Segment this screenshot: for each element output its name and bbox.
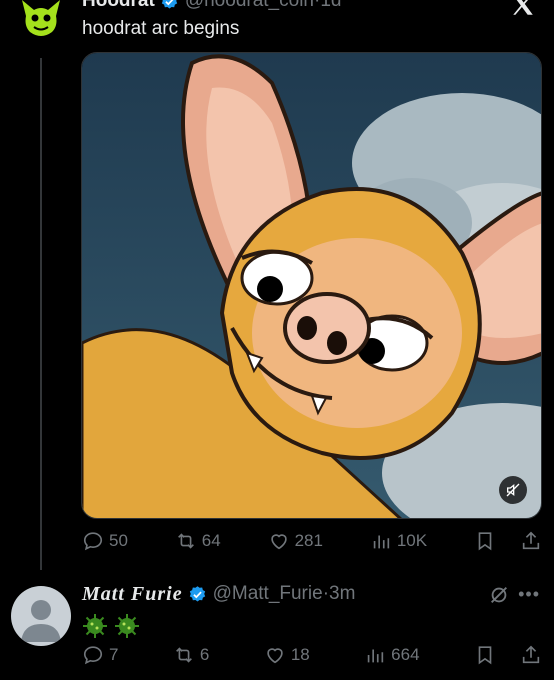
share-icon[interactable]	[520, 530, 542, 552]
heart-icon	[270, 534, 287, 550]
reply-icon	[83, 646, 103, 665]
tweet2-header: Matt Furie @Matt_Furie · 3m	[82, 582, 355, 606]
timestamp[interactable]: 1d	[320, 0, 341, 12]
default-user-icon	[21, 600, 61, 642]
views-count: 664	[391, 645, 420, 664]
x-logo-icon[interactable]	[510, 0, 536, 18]
reply-button[interactable]: 7	[82, 644, 118, 666]
views-chart-icon	[367, 649, 384, 663]
microbe-emoji-icon	[115, 614, 139, 638]
author-name[interactable]: Matt Furie	[82, 583, 183, 606]
views-chart-icon	[373, 535, 390, 549]
avatar-default[interactable]	[11, 586, 71, 646]
avatar-hoodrat[interactable]	[18, 0, 64, 40]
bookmark-icon[interactable]	[474, 644, 496, 666]
mute-button[interactable]	[499, 476, 527, 504]
repost-button[interactable]: 6	[173, 644, 209, 666]
reply-icon	[83, 532, 103, 551]
share-icon[interactable]	[520, 644, 542, 666]
repost-count: 6	[199, 645, 210, 664]
views-button[interactable]: 10K	[370, 530, 427, 552]
repost-button[interactable]: 64	[175, 530, 221, 552]
grok-icon[interactable]	[488, 584, 510, 606]
bat-cartoon-illustration	[82, 53, 541, 518]
bookmark-icon[interactable]	[474, 530, 496, 552]
timestamp[interactable]: 3m	[329, 583, 355, 605]
reply-count: 7	[109, 645, 119, 664]
reply-button[interactable]: 50	[82, 530, 128, 552]
like-count: 281	[294, 531, 323, 550]
like-button[interactable]: 18	[264, 644, 310, 666]
author-name[interactable]: Hoodrat	[82, 0, 155, 12]
heart-icon	[267, 648, 283, 664]
speaker-muted-icon	[506, 483, 520, 497]
tweet-media-image[interactable]	[81, 52, 542, 519]
thread-line	[40, 58, 42, 570]
views-count: 10K	[396, 531, 428, 550]
tweet2-actions: 7 6 18 664	[82, 644, 542, 666]
reply-count: 50	[109, 531, 128, 550]
verified-badge-icon	[189, 585, 205, 602]
verified-badge-icon	[161, 0, 178, 9]
like-count: 18	[290, 645, 310, 664]
repost-icon	[177, 533, 194, 549]
author-handle[interactable]: @Matt_Furie	[213, 583, 323, 605]
repost-count: 64	[201, 531, 221, 550]
microbe-emoji-icon	[83, 614, 107, 638]
tweet1-actions: 50 64 281 10K	[82, 530, 542, 552]
views-button[interactable]: 664	[364, 644, 420, 666]
tweet-text: hoodrat arc begins	[82, 18, 240, 39]
repost-icon	[175, 647, 192, 663]
tweet1-header: Hoodrat @hoodrat_coin · 1d	[82, 0, 341, 12]
like-button[interactable]: 281	[268, 530, 323, 552]
tweet-text-emojis	[82, 613, 140, 639]
more-options-icon[interactable]: •••	[518, 584, 540, 605]
author-handle[interactable]: @hoodrat_coin	[185, 0, 314, 12]
